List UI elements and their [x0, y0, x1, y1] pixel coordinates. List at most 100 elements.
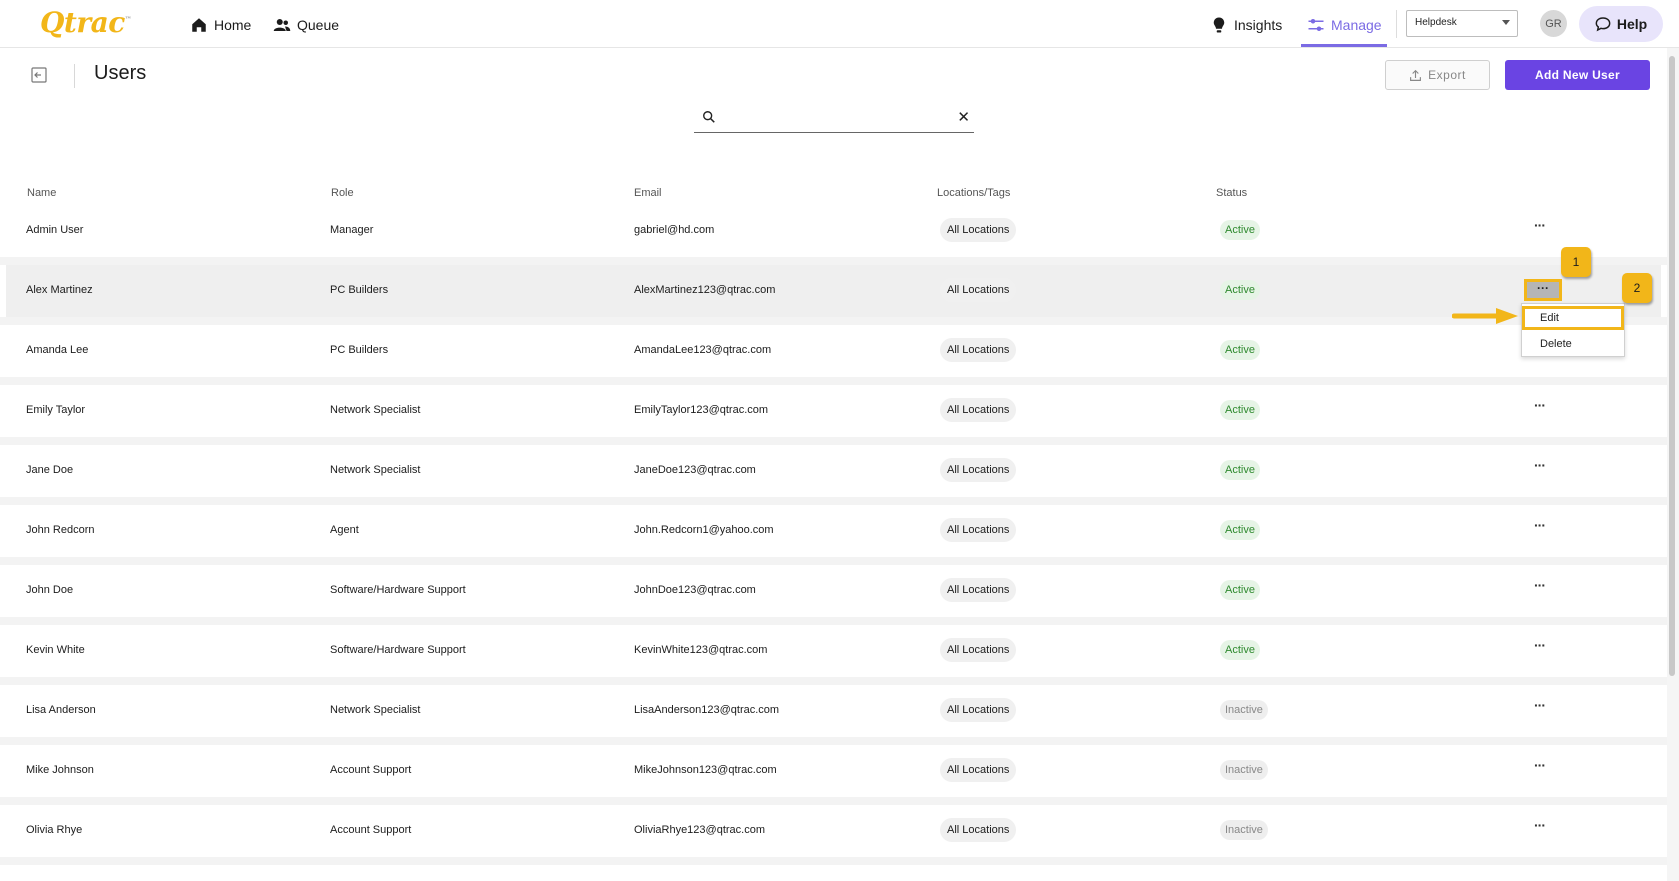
table-row[interactable]: John Redcorn Agent John.Redcorn1@yahoo.c… [6, 505, 1661, 557]
row-more-button[interactable]: ··· [1534, 457, 1546, 473]
user-role: Network Specialist [330, 404, 421, 416]
row-more-button[interactable]: ··· [1534, 577, 1546, 593]
nav-queue-label: Queue [297, 17, 340, 33]
table-row[interactable]: Kevin White Software/Hardware Support Ke… [6, 625, 1661, 677]
search-input[interactable] [722, 108, 942, 128]
column-header-role[interactable]: Role [331, 187, 354, 199]
location-tag: All Locations [940, 218, 1017, 242]
location-tag: All Locations [940, 518, 1017, 542]
location-tag: All Locations [940, 698, 1017, 722]
help-button[interactable]: Help [1579, 6, 1663, 42]
nav-insights[interactable]: Insights [1210, 14, 1282, 36]
lightbulb-icon [1213, 17, 1225, 33]
row-separator [0, 857, 1679, 865]
user-name: Admin User [26, 224, 84, 236]
user-email: LisaAnderson123@qtrac.com [634, 704, 780, 716]
column-header-name[interactable]: Name [27, 187, 56, 199]
row-more-button[interactable]: ··· [1534, 397, 1546, 413]
column-header-status[interactable]: Status [1216, 187, 1247, 199]
status-badge: Active [1220, 520, 1260, 540]
table-row[interactable]: Alex Martinez PC Builders AlexMartinez12… [6, 265, 1661, 317]
user-role: Software/Hardware Support [330, 584, 466, 596]
row-more-button[interactable]: ··· [1534, 217, 1546, 233]
column-header-email[interactable]: Email [634, 187, 662, 199]
page-scrollbar[interactable] [1667, 48, 1679, 881]
row-more-button[interactable]: ··· [1534, 757, 1546, 773]
location-tag: All Locations [940, 818, 1017, 842]
table-row[interactable]: Mike Johnson Account Support MikeJohnson… [6, 745, 1661, 797]
qtrac-logo[interactable]: Qtrac™ [40, 6, 132, 39]
active-tab-indicator [1301, 44, 1387, 47]
table-row[interactable]: Jane Doe Network Specialist JaneDoe123@q… [6, 445, 1661, 497]
row-separator [0, 677, 1679, 685]
location-tag: All Locations [940, 638, 1017, 662]
user-role: Agent [330, 524, 359, 536]
location-tag: All Locations [940, 398, 1017, 422]
row-separator [0, 257, 1679, 265]
step-callout-1: 1 [1561, 247, 1591, 277]
menu-item-delete[interactable]: Delete [1522, 332, 1624, 356]
search-icon [703, 111, 715, 123]
user-role: Manager [330, 224, 374, 236]
row-separator [0, 497, 1679, 505]
upload-icon [1410, 69, 1422, 81]
top-nav-bar: Qtrac™ Home Queue Insights Manage Helpde… [0, 0, 1679, 48]
column-header-locations[interactable]: Locations/Tags [937, 187, 1010, 199]
user-name: Kevin White [26, 644, 85, 656]
user-role: PC Builders [330, 284, 389, 296]
user-search: ✕ [694, 106, 974, 133]
table-row[interactable]: Olivia Rhye Account Support OliviaRhye12… [6, 805, 1661, 857]
row-more-button[interactable]: ··· [1534, 697, 1546, 713]
export-label: Export [1428, 68, 1466, 82]
table-row[interactable]: Admin User Manager gabriel@hd.com All Lo… [6, 205, 1661, 257]
step-callout-2: 2 [1622, 273, 1652, 303]
row-more-button[interactable]: ··· [1534, 637, 1546, 653]
nav-manage[interactable]: Manage [1307, 14, 1382, 36]
user-role: PC Builders [330, 344, 389, 356]
user-email: gabriel@hd.com [634, 224, 715, 236]
location-tag: All Locations [940, 338, 1017, 362]
row-more-button-active[interactable]: ··· [1524, 279, 1562, 301]
user-name: Jane Doe [26, 464, 74, 476]
user-role: Network Specialist [330, 704, 421, 716]
status-badge: Active [1220, 400, 1260, 420]
menu-item-edit[interactable]: Edit [1522, 306, 1624, 330]
user-avatar[interactable]: GR [1540, 10, 1567, 37]
close-icon[interactable]: ✕ [957, 108, 970, 126]
dropdown-caret-icon [1502, 20, 1510, 25]
nav-insights-label: Insights [1234, 17, 1283, 33]
add-new-user-button[interactable]: Add New User [1505, 60, 1650, 90]
row-more-button[interactable]: ··· [1534, 517, 1546, 533]
user-name: Alex Martinez [26, 284, 93, 296]
user-email: MikeJohnson123@qtrac.com [634, 764, 777, 776]
scrollbar-thumb[interactable] [1669, 56, 1675, 676]
user-email: EmilyTaylor123@qtrac.com [634, 404, 769, 416]
user-name: Mike Johnson [26, 764, 94, 776]
table-row[interactable]: John Doe Software/Hardware Support JohnD… [6, 565, 1661, 617]
nav-manage-label: Manage [1331, 17, 1382, 33]
workspace-select[interactable]: Helpdesk [1406, 10, 1518, 37]
export-button[interactable]: Export [1385, 60, 1490, 90]
user-role: Account Support [330, 764, 412, 776]
collapse-back-icon[interactable] [31, 67, 47, 83]
user-name: John Doe [26, 584, 74, 596]
status-badge: Inactive [1220, 760, 1268, 780]
table-row[interactable]: Lisa Anderson Network Specialist LisaAnd… [6, 685, 1661, 737]
status-badge: Active [1220, 580, 1260, 600]
page-title: Users [94, 62, 147, 84]
user-name: Emily Taylor [26, 404, 86, 416]
nav-queue[interactable]: Queue [273, 14, 339, 36]
user-name: Amanda Lee [26, 344, 89, 356]
row-separator [0, 437, 1679, 445]
users-table-header: Name Role Email Locations/Tags Status [6, 182, 1661, 206]
status-badge: Active [1220, 640, 1260, 660]
nav-home[interactable]: Home [190, 14, 251, 36]
row-more-button[interactable]: ··· [1534, 817, 1546, 833]
user-email: KevinWhite123@qtrac.com [634, 644, 768, 656]
table-row[interactable]: Emily Taylor Network Specialist EmilyTay… [6, 385, 1661, 437]
status-badge: Active [1220, 340, 1260, 360]
nav-divider [1396, 10, 1397, 38]
table-row[interactable]: Amanda Lee PC Builders AmandaLee123@qtra… [6, 325, 1661, 377]
row-separator [0, 317, 1679, 325]
title-divider [74, 64, 75, 88]
